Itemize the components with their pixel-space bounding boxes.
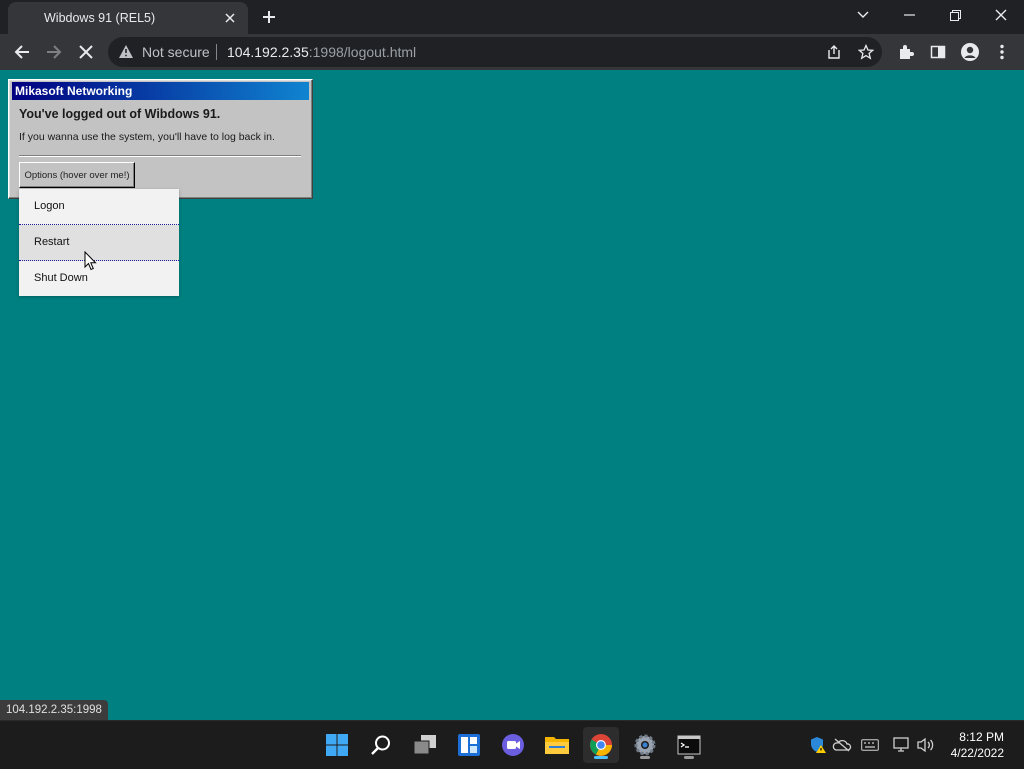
browser-toolbar: Not secure 104.192.2.35:1998/logout.html [0, 34, 1024, 70]
profile-avatar-icon[interactable] [956, 38, 984, 66]
omnibox-separator [216, 44, 217, 60]
url-path: :1998/logout.html [308, 44, 417, 60]
security-label[interactable]: Not secure [142, 44, 210, 60]
tab-close-icon[interactable] [220, 8, 240, 28]
start-icon[interactable] [319, 727, 355, 763]
share-icon[interactable] [824, 42, 844, 62]
status-url-bubble: 104.192.2.35:1998 [0, 700, 108, 720]
task-view-icon[interactable] [407, 727, 443, 763]
dialog-title: Mikasoft Networking [12, 82, 309, 100]
logout-dialog: Mikasoft Networking You've logged out of… [8, 79, 313, 199]
taskbar-clock[interactable]: 8:12 PM 4/22/2022 [951, 729, 1004, 761]
search-icon[interactable] [363, 727, 399, 763]
file-explorer-icon[interactable] [539, 727, 575, 763]
bookmark-star-icon[interactable] [856, 42, 876, 62]
dialog-heading: You've logged out of Wibdows 91. [19, 107, 221, 121]
taskbar: 8:12 PM 4/22/2022 [0, 720, 1024, 769]
dialog-divider [19, 155, 301, 157]
url-host: 104.192.2.35 [227, 44, 309, 60]
terminal-icon[interactable] [671, 727, 707, 763]
mouse-pointer-icon [84, 250, 97, 276]
menu-item-logon[interactable]: Logon [19, 189, 179, 225]
back-icon[interactable] [8, 38, 36, 66]
address-bar[interactable]: Not secure 104.192.2.35:1998/logout.html [108, 37, 882, 67]
defender-warning-icon[interactable] [808, 735, 828, 755]
forward-icon[interactable] [40, 38, 68, 66]
widgets-icon[interactable] [451, 727, 487, 763]
menu-item-restart[interactable]: Restart [19, 225, 179, 261]
clock-date: 4/22/2022 [950, 746, 1004, 760]
network-icon[interactable] [892, 735, 912, 755]
tab-title: Wibdows 91 (REL5) [44, 11, 156, 25]
side-panel-icon[interactable] [924, 38, 952, 66]
url-text[interactable]: 104.192.2.35:1998/logout.html [227, 44, 416, 60]
clock-time: 8:12 PM [959, 730, 1004, 744]
chrome-icon[interactable] [583, 727, 619, 763]
active-app-indicator [594, 756, 608, 759]
restore-icon[interactable] [932, 0, 978, 30]
running-app-indicator [684, 756, 694, 759]
browser-tab[interactable]: Wibdows 91 (REL5) [8, 2, 248, 34]
options-button[interactable]: Options (hover over me!) [19, 162, 135, 188]
menu-kebab-icon[interactable] [988, 38, 1016, 66]
settings-icon[interactable] [627, 727, 663, 763]
keyboard-icon[interactable] [860, 735, 880, 755]
tab-search-icon[interactable] [840, 0, 886, 30]
warning-icon[interactable] [118, 44, 134, 64]
stop-loading-icon[interactable] [72, 38, 100, 66]
new-tab-icon[interactable] [258, 6, 280, 28]
onedrive-offline-icon[interactable] [832, 735, 852, 755]
running-app-indicator [640, 756, 650, 759]
close-window-icon[interactable] [978, 0, 1024, 30]
menu-item-shut-down[interactable]: Shut Down [19, 261, 179, 296]
minimize-icon[interactable] [886, 0, 932, 30]
chat-icon[interactable] [495, 727, 531, 763]
extensions-icon[interactable] [892, 38, 920, 66]
dialog-message: If you wanna use the system, you'll have… [19, 131, 275, 143]
browser-tab-bar: Wibdows 91 (REL5) [0, 0, 1024, 34]
options-dropdown-menu: Logon Restart Shut Down [19, 189, 179, 296]
volume-icon[interactable] [916, 735, 936, 755]
